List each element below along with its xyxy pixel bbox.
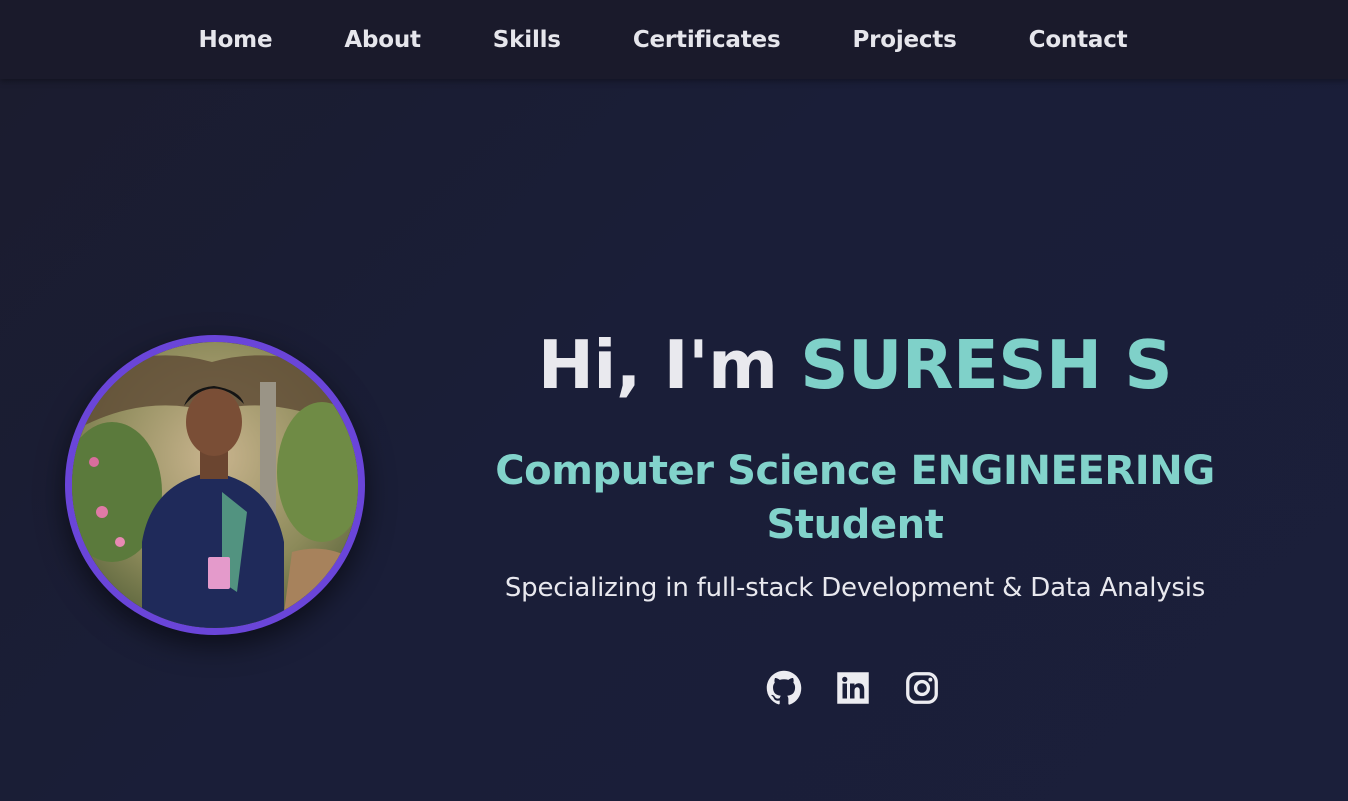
profile-photo-frame <box>65 335 365 635</box>
page: Home About Skills Certificates Projects … <box>0 0 1348 801</box>
linkedin-link[interactable] <box>835 670 871 706</box>
nav-link-contact[interactable]: Contact <box>1029 27 1128 53</box>
social-links <box>416 670 1290 706</box>
github-icon <box>766 670 802 705</box>
linkedin-icon <box>837 672 869 704</box>
hero-tagline: Specializing in full-stack Development &… <box>504 573 1206 603</box>
hero: Hi, I'm SURESH S Computer Science ENGINE… <box>420 320 1290 706</box>
navbar: Home About Skills Certificates Projects … <box>0 0 1348 79</box>
nav-list: Home About Skills Certificates Projects … <box>163 27 1164 53</box>
hero-title: Hi, I'm SURESH S <box>420 320 1290 410</box>
nav-item-about: About <box>308 27 456 53</box>
hero-role: Computer Science ENGINEERING Student <box>495 448 1215 548</box>
instagram-link[interactable] <box>904 670 940 706</box>
profile-photo <box>72 342 358 628</box>
nav-item-contact: Contact <box>993 27 1164 53</box>
hero-greeting: Hi, I'm <box>537 326 801 404</box>
nav-link-skills[interactable]: Skills <box>493 27 561 53</box>
nav-link-home[interactable]: Home <box>199 27 273 53</box>
nav-link-projects[interactable]: Projects <box>852 27 956 53</box>
hero-name: SURESH S <box>800 326 1173 404</box>
nav-link-about[interactable]: About <box>344 27 421 53</box>
nav-item-skills: Skills <box>457 27 597 53</box>
nav-item-certificates: Certificates <box>597 27 817 53</box>
nav-item-projects: Projects <box>816 27 992 53</box>
nav-link-certificates[interactable]: Certificates <box>633 27 781 53</box>
nav-item-home: Home <box>163 27 309 53</box>
instagram-icon <box>906 672 938 704</box>
github-link[interactable] <box>766 670 802 706</box>
